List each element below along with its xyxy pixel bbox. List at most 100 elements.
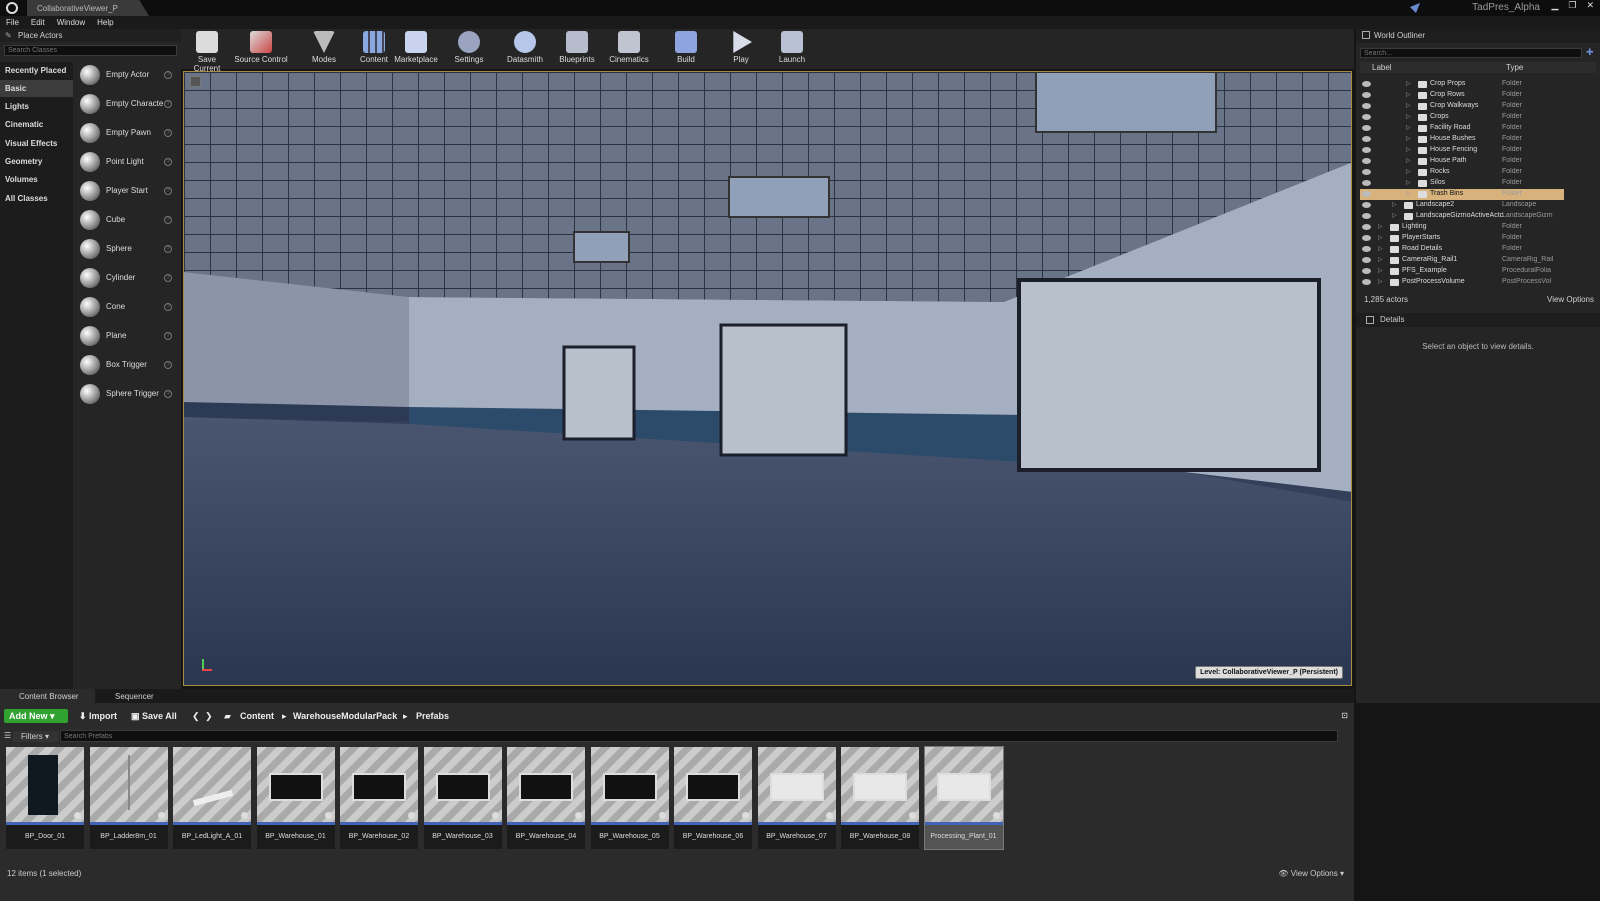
- visibility-eye-icon[interactable]: [1362, 125, 1371, 131]
- marketplace-button[interactable]: Marketplace: [394, 31, 438, 64]
- search-prefabs-input[interactable]: [60, 730, 1338, 742]
- menu-file[interactable]: File: [0, 16, 25, 29]
- actor-item[interactable]: Cylinder?: [76, 264, 178, 291]
- help-icon[interactable]: ?: [164, 186, 172, 195]
- content-button[interactable]: Content: [356, 31, 392, 64]
- expand-arrow-icon[interactable]: ▷: [1406, 91, 1411, 98]
- outliner-row[interactable]: ▷ Silos Folder: [1360, 178, 1564, 189]
- expand-arrow-icon[interactable]: ▷: [1378, 234, 1383, 241]
- outliner-row[interactable]: ▷ Crop Rows Folder: [1360, 90, 1564, 101]
- expand-arrow-icon[interactable]: ▷: [1406, 80, 1411, 87]
- visibility-eye-icon[interactable]: [1362, 246, 1371, 252]
- expand-arrow-icon[interactable]: ▷: [1406, 168, 1411, 175]
- outliner-row[interactable]: ▷ PlayerStarts Folder: [1360, 233, 1564, 244]
- outliner-row[interactable]: ▷ Landscape2 Landscape: [1360, 200, 1564, 211]
- expand-arrow-icon[interactable]: ▷: [1406, 102, 1411, 109]
- add-folder-icon[interactable]: ✚: [1586, 47, 1596, 57]
- visibility-eye-icon[interactable]: [1362, 191, 1371, 197]
- help-icon[interactable]: ?: [164, 99, 172, 108]
- menu-help[interactable]: Help: [91, 16, 119, 29]
- category-all-classes[interactable]: All Classes: [0, 190, 73, 207]
- asset-tile[interactable]: BP_Ladder8m_01: [89, 747, 168, 849]
- outliner-row[interactable]: ▷ Trash Bins Folder: [1360, 189, 1564, 200]
- visibility-eye-icon[interactable]: [1362, 147, 1371, 153]
- actor-item[interactable]: Cone?: [76, 293, 178, 320]
- actor-item[interactable]: Empty Pawn?: [76, 119, 178, 146]
- visibility-eye-icon[interactable]: [1362, 235, 1371, 241]
- collab-icon[interactable]: [1410, 3, 1420, 13]
- visibility-eye-icon[interactable]: [1362, 103, 1371, 109]
- help-icon[interactable]: ?: [164, 215, 172, 224]
- close-icon[interactable]: ✕: [1586, 0, 1594, 11]
- level-viewport[interactable]: Level: CollaborativeViewer_P (Persistent…: [183, 71, 1352, 686]
- visibility-eye-icon[interactable]: [1362, 257, 1371, 263]
- outliner-row[interactable]: ▷ Crop Props Folder: [1360, 79, 1564, 90]
- col-type[interactable]: Type: [1506, 63, 1523, 72]
- actor-item[interactable]: Plane?: [76, 322, 178, 349]
- asset-tile[interactable]: BP_Door_01: [6, 747, 84, 849]
- actor-item[interactable]: Empty Characte?: [76, 90, 178, 117]
- menu-window[interactable]: Window: [51, 16, 91, 29]
- actor-item[interactable]: Sphere?: [76, 235, 178, 262]
- outliner-row[interactable]: ▷ CameraRig_Rail1 CameraRig_Rail: [1360, 255, 1564, 266]
- expand-arrow-icon[interactable]: ▷: [1378, 278, 1383, 285]
- path-warehouse[interactable]: WarehouseModularPack: [293, 711, 397, 721]
- asset-tile[interactable]: BP_Warehouse_03: [423, 747, 502, 849]
- save-all-button[interactable]: ▣ Save All: [131, 711, 177, 722]
- asset-tile[interactable]: BP_Warehouse_05: [590, 747, 669, 849]
- help-icon[interactable]: ?: [164, 70, 172, 79]
- maximize-icon[interactable]: ❐: [1568, 0, 1576, 11]
- content-view-options[interactable]: 👁 View Options ▾: [1278, 869, 1344, 878]
- visibility-eye-icon[interactable]: [1362, 81, 1371, 87]
- expand-arrow-icon[interactable]: ▷: [1406, 113, 1411, 120]
- category-cinematic[interactable]: Cinematic: [0, 116, 73, 133]
- lock-icon[interactable]: ⊡: [1341, 711, 1348, 720]
- help-icon[interactable]: ?: [164, 157, 172, 166]
- help-icon[interactable]: ?: [164, 389, 172, 398]
- help-icon[interactable]: ?: [164, 128, 172, 137]
- visibility-eye-icon[interactable]: [1362, 136, 1371, 142]
- actor-item[interactable]: Empty Actor?: [76, 61, 178, 88]
- category-basic[interactable]: Basic: [0, 80, 73, 97]
- outliner-view-options[interactable]: View Options: [1547, 295, 1594, 304]
- save-current-button[interactable]: Save Current: [185, 31, 229, 73]
- outliner-row[interactable]: ▷ Facility Road Folder: [1360, 123, 1564, 134]
- tab-sequencer[interactable]: Sequencer: [96, 689, 181, 703]
- back-icon[interactable]: ❮: [192, 711, 200, 722]
- cinematics-button[interactable]: Cinematics: [608, 31, 650, 64]
- build-button[interactable]: Build: [670, 31, 702, 64]
- forward-icon[interactable]: ❯: [205, 711, 213, 722]
- expand-arrow-icon[interactable]: ▷: [1406, 157, 1411, 164]
- launch-button[interactable]: Launch: [775, 31, 809, 64]
- help-icon[interactable]: ?: [164, 244, 172, 253]
- outliner-row[interactable]: ▷ Crops Folder: [1360, 112, 1564, 123]
- help-icon[interactable]: ?: [164, 331, 172, 340]
- visibility-eye-icon[interactable]: [1362, 158, 1371, 164]
- asset-tile[interactable]: BP_Warehouse_04: [507, 747, 585, 849]
- outliner-row[interactable]: ▷ Lighting Folder: [1360, 222, 1564, 233]
- visibility-eye-icon[interactable]: [1362, 202, 1371, 208]
- category-volumes[interactable]: Volumes: [0, 171, 73, 188]
- visibility-eye-icon[interactable]: [1362, 169, 1371, 175]
- expand-arrow-icon[interactable]: ▷: [1378, 256, 1383, 263]
- asset-tile[interactable]: BP_Warehouse_07: [757, 747, 836, 849]
- world-outliner-tab[interactable]: World Outliner: [1356, 29, 1600, 43]
- expand-arrow-icon[interactable]: ▷: [1406, 190, 1411, 197]
- actor-item[interactable]: Player Start?: [76, 177, 178, 204]
- expand-arrow-icon[interactable]: ▷: [1392, 201, 1397, 208]
- settings-button[interactable]: Settings: [450, 31, 488, 64]
- outliner-row[interactable]: ▷ PFS_Example ProceduralFolia: [1360, 266, 1564, 277]
- asset-tile[interactable]: BP_Warehouse_01: [256, 747, 335, 849]
- modes-button[interactable]: Modes: [307, 31, 341, 64]
- outliner-row[interactable]: ▷ House Path Folder: [1360, 156, 1564, 167]
- outliner-row[interactable]: ▷ Road Details Folder: [1360, 244, 1564, 255]
- help-icon[interactable]: ?: [164, 273, 172, 282]
- blueprints-button[interactable]: Blueprints: [556, 31, 598, 64]
- details-tab[interactable]: Details: [1356, 313, 1600, 327]
- import-button[interactable]: ⬇ Import: [79, 711, 117, 722]
- actor-item[interactable]: Box Trigger?: [76, 351, 178, 378]
- category-recently-placed[interactable]: Recently Placed: [0, 62, 73, 79]
- outliner-search-input[interactable]: [1360, 48, 1582, 58]
- filters-button[interactable]: Filters ▾: [13, 731, 58, 742]
- outliner-row[interactable]: ▷ PostProcessVolume PostProcessVol: [1360, 277, 1564, 288]
